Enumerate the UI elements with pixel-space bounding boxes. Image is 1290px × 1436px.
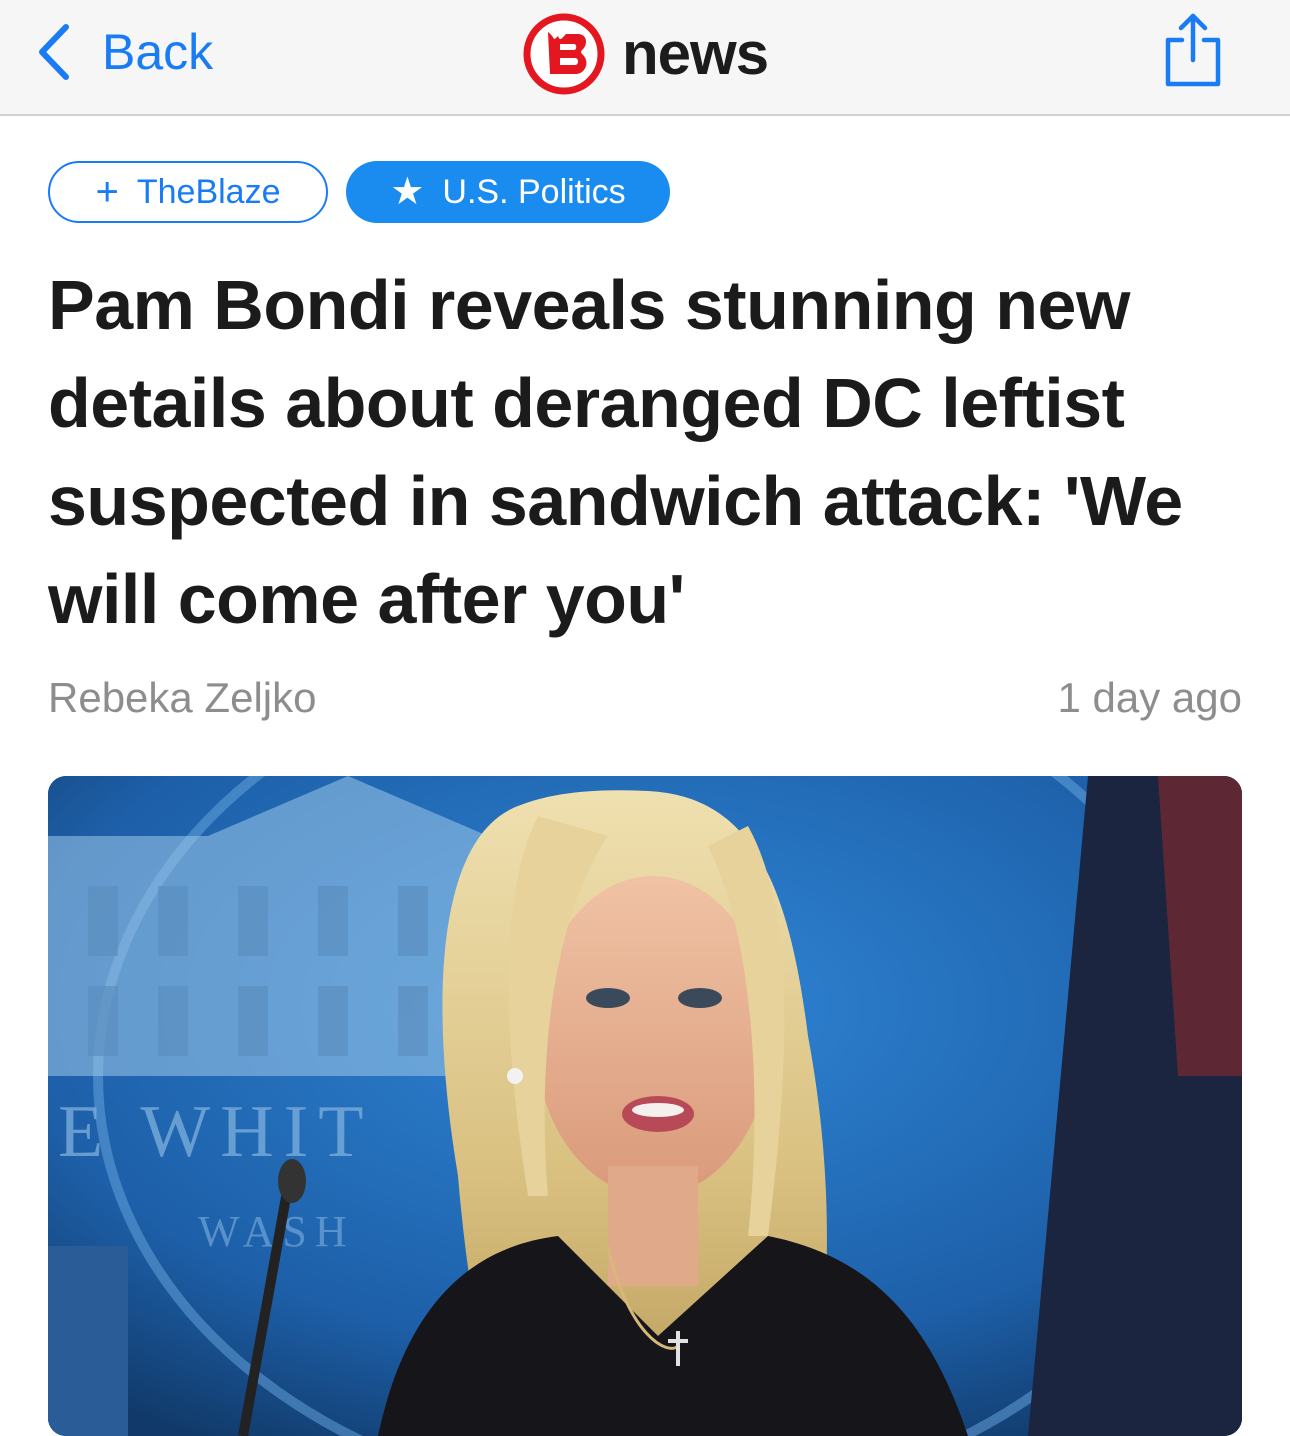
seal-text: E WHIT — [58, 1091, 374, 1173]
chip-label: U.S. Politics — [442, 172, 626, 211]
article-headline: Pam Bondi reveals stunning new details a… — [48, 266, 1183, 638]
share-button[interactable] — [1160, 10, 1226, 90]
hero-photo: E WHIT WASH — [48, 776, 1242, 1436]
tag-chips: + TheBlaze ★ U.S. Politics — [48, 161, 670, 223]
brand-logo: news — [522, 13, 769, 95]
topic-chip[interactable]: ★ U.S. Politics — [346, 161, 670, 223]
follow-publisher-chip[interactable]: + TheBlaze — [48, 161, 328, 223]
back-button[interactable]: Back — [36, 22, 213, 82]
back-label: Back — [102, 24, 214, 80]
timestamp: 1 day ago — [1057, 674, 1243, 721]
plus-icon: + — [95, 170, 119, 214]
nav-bar: Back news — [0, 0, 1290, 116]
hero-image[interactable]: E WHIT WASH — [48, 776, 1242, 1436]
byline: Rebeka Zeljko 1 day ago — [48, 672, 1242, 724]
author-name[interactable]: Rebeka Zeljko — [48, 672, 316, 724]
blaze-logo-icon — [523, 13, 605, 95]
chip-label: TheBlaze — [136, 172, 281, 211]
chevron-left-icon — [39, 24, 69, 80]
star-icon: ★ — [390, 171, 425, 213]
brand-name: news — [622, 20, 769, 87]
share-icon — [1165, 13, 1221, 87]
